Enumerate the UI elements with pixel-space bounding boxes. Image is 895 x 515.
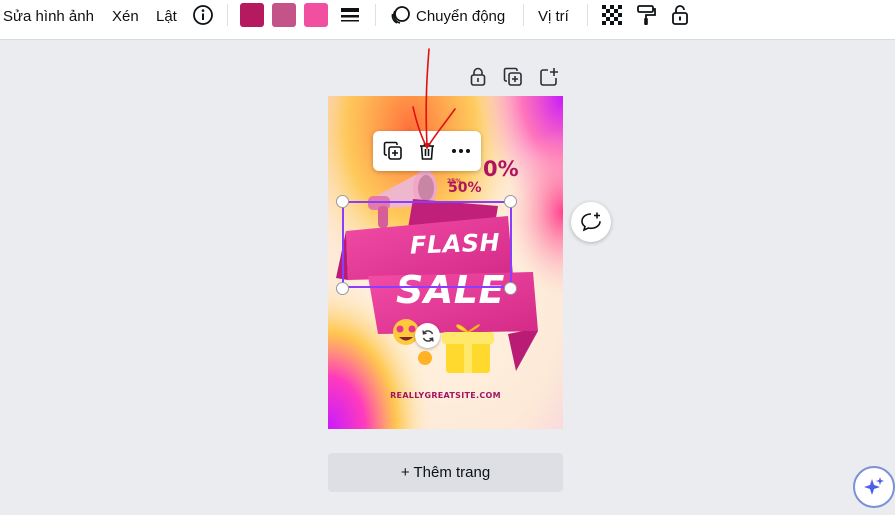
comment-add-icon — [581, 212, 601, 232]
position-button[interactable]: Vị trí — [538, 0, 569, 32]
rotate-handle[interactable] — [415, 323, 440, 348]
discount-text-1: 0% — [483, 157, 519, 181]
add-page-button[interactable]: + Thêm trang — [328, 453, 563, 492]
resize-handle-bottom-right[interactable] — [504, 282, 517, 295]
context-toolbar: Sửa hình ảnh Xén Lật Chuyển động Vị trí — [0, 0, 895, 40]
resize-handle-top-right[interactable] — [504, 195, 517, 208]
duplicate-page-icon[interactable] — [502, 66, 524, 88]
gift-illustration — [442, 324, 494, 373]
add-comment-button[interactable] — [571, 202, 611, 242]
color-swatch-1[interactable] — [240, 3, 264, 27]
magic-assistant-button[interactable] — [853, 466, 895, 508]
edit-image-button[interactable]: Sửa hình ảnh — [3, 0, 94, 32]
color-swatch-2[interactable] — [272, 3, 296, 27]
animate-button[interactable]: Chuyển động — [416, 0, 505, 32]
resize-handle-top-left[interactable] — [336, 195, 349, 208]
lock-page-icon[interactable] — [467, 66, 489, 88]
discount-text-2: 50% — [448, 180, 482, 196]
checkerboard-icon[interactable] — [600, 3, 624, 27]
paint-roller-icon[interactable] — [634, 3, 658, 27]
toolbar-divider — [227, 4, 228, 26]
toolbar-divider — [523, 4, 524, 26]
selection-box[interactable] — [342, 201, 512, 288]
magic-sparkle-icon — [864, 477, 884, 495]
lock-icon[interactable] — [668, 3, 692, 27]
copy-icon[interactable] — [381, 139, 405, 163]
line-weight-icon[interactable] — [338, 3, 362, 27]
add-page-icon[interactable] — [538, 66, 560, 88]
animate-icon[interactable] — [388, 3, 412, 27]
website-text: REALLYGREATSITE.COM — [390, 391, 501, 400]
crop-button[interactable]: Xén — [112, 0, 139, 32]
toolbar-divider — [375, 4, 376, 26]
toolbar-divider — [587, 4, 588, 26]
flip-button[interactable]: Lật — [156, 0, 177, 32]
info-icon[interactable] — [191, 3, 215, 27]
red-annotation-arrow — [412, 48, 456, 150]
resize-handle-bottom-left[interactable] — [336, 282, 349, 295]
color-swatch-3[interactable] — [304, 3, 328, 27]
